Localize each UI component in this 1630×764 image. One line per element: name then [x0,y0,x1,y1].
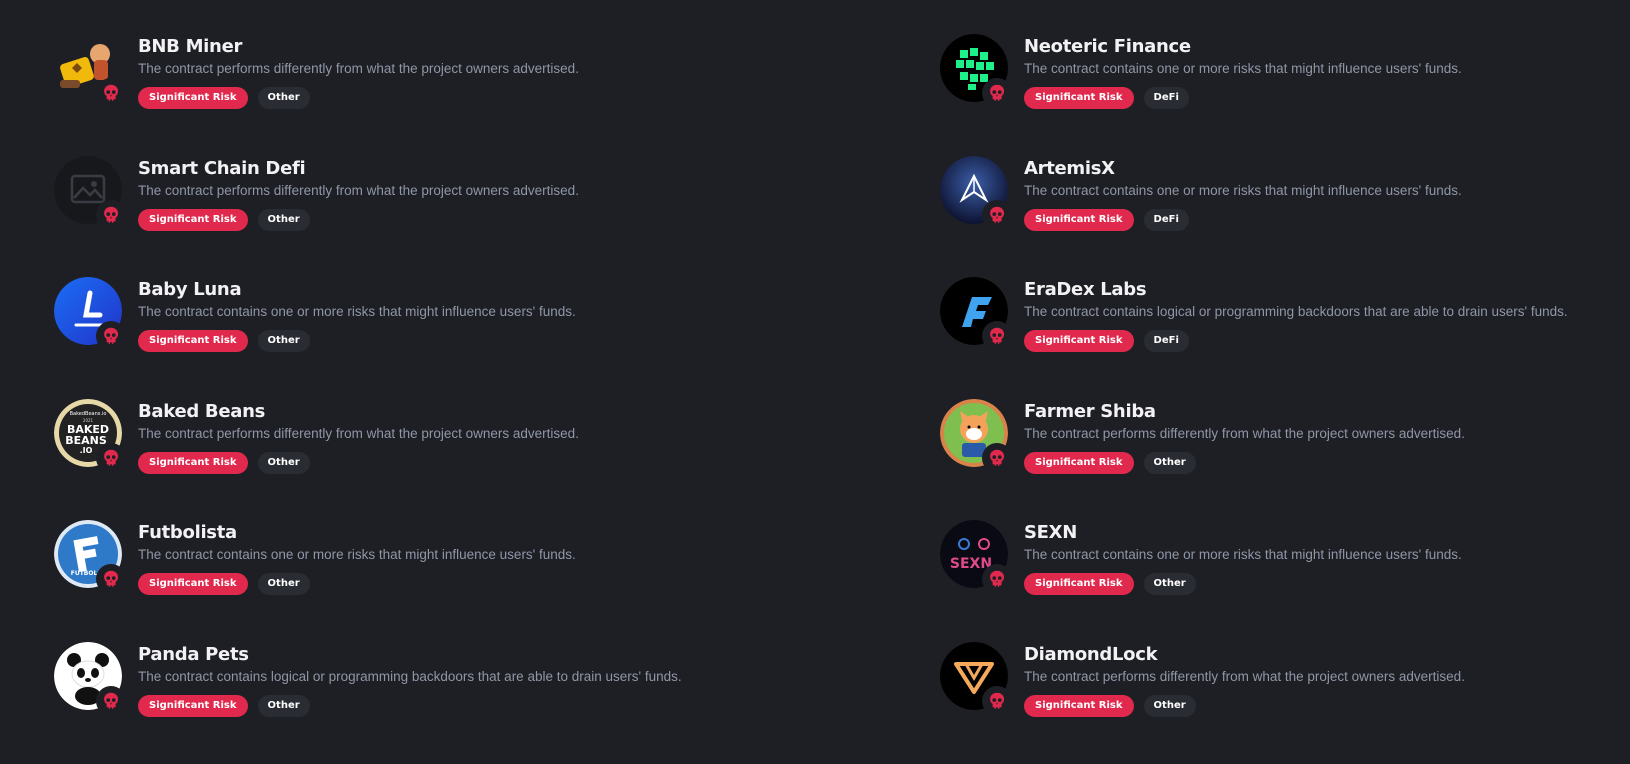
project-name[interactable]: Panda Pets [138,644,682,666]
category-badge[interactable]: Other [257,330,310,353]
project-avatar[interactable]: SEXN [940,520,1012,595]
project-avatar[interactable] [54,277,126,352]
risk-badge[interactable]: Significant Risk [138,330,248,353]
skull-icon [982,199,1012,230]
category-badge[interactable]: Other [1143,694,1196,717]
project-name[interactable]: Futbolista [138,522,576,544]
category-badge[interactable]: DeFi [1143,87,1189,109]
svg-text:.IO: .IO [80,446,93,455]
project-name[interactable]: BNB Miner [138,36,579,58]
project-avatar[interactable] [940,398,1012,473]
project-avatar[interactable] [940,277,1012,352]
project-name[interactable]: DiamondLock [1024,644,1465,666]
project-description: The contract contains one or more risks … [1024,547,1462,563]
project-description: The contract contains one or more risks … [138,547,576,563]
skull-icon [96,685,126,716]
project-card-6[interactable]: BakedBeans.io 2021 BAKED BEANS .IO Baked… [0,398,886,521]
project-avatar[interactable] [54,34,126,108]
project-avatar[interactable] [54,641,126,716]
risk-badge[interactable]: Significant Risk [138,573,248,596]
category-badge[interactable]: Other [1143,573,1196,596]
project-name[interactable]: SEXN [1024,522,1462,544]
project-name[interactable]: ArtemisX [1024,158,1462,180]
project-name[interactable]: Farmer Shiba [1024,401,1465,423]
risk-badge[interactable]: Significant Risk [138,694,248,717]
skull-icon [96,321,126,352]
project-description: The contract contains logical or program… [1024,304,1568,320]
category-badge[interactable]: Other [257,573,310,596]
project-description: The contract contains one or more risks … [1024,182,1462,198]
category-badge[interactable]: Other [257,451,310,474]
project-name[interactable]: Baby Luna [138,279,576,301]
category-badge[interactable]: Other [257,694,310,717]
project-description: The contract contains one or more risks … [138,304,576,320]
skull-icon [96,564,126,595]
project-card-9[interactable]: SEXN SEXN The contract contains one or m… [886,520,1630,642]
project-description: The contract performs differently from w… [138,425,579,441]
category-badge[interactable]: Other [257,87,310,109]
project-card-10[interactable]: Panda Pets The contract contains logical… [0,641,886,764]
project-card-7[interactable]: Farmer Shiba The contract performs diffe… [886,398,1630,521]
project-description: The contract performs differently from w… [138,182,579,198]
project-avatar[interactable]: BakedBeans.io 2021 BAKED BEANS .IO [54,398,126,473]
project-avatar[interactable] [940,641,1012,716]
project-description: The contract performs differently from w… [138,61,579,76]
svg-text:BakedBeans.io: BakedBeans.io [70,411,107,417]
risk-badge[interactable]: Significant Risk [1024,330,1134,353]
project-avatar[interactable] [54,155,126,230]
project-card-1[interactable]: Neoteric Finance The contract contains o… [886,34,1630,156]
skull-icon [96,199,126,230]
skull-icon [96,442,126,473]
project-name[interactable]: Smart Chain Defi [138,158,579,180]
svg-text:FUTBOL: FUTBOL [71,570,98,577]
project-card-2[interactable]: Smart Chain Defi The contract performs d… [0,155,886,278]
skull-icon [982,685,1012,716]
risk-badge[interactable]: Significant Risk [138,87,248,109]
project-card-11[interactable]: DiamondLock The contract performs differ… [886,641,1630,764]
project-list: BNB Miner The contract performs differen… [0,0,1630,764]
skull-icon [96,78,126,108]
risk-badge[interactable]: Significant Risk [1024,451,1134,474]
project-card-0[interactable]: BNB Miner The contract performs differen… [0,34,886,156]
project-name[interactable]: Neoteric Finance [1024,36,1462,58]
project-card-8[interactable]: FUTBOL Futbolista The contract contains … [0,520,886,642]
risk-badge[interactable]: Significant Risk [138,451,248,474]
risk-badge[interactable]: Significant Risk [138,208,248,231]
risk-badge[interactable]: Significant Risk [1024,573,1134,596]
project-description: The contract contains one or more risks … [1024,61,1462,76]
skull-icon [982,321,1012,352]
skull-icon [982,564,1012,595]
project-card-4[interactable]: Baby Luna The contract contains one or m… [0,277,886,399]
skull-icon [982,78,1012,108]
project-avatar[interactable]: FUTBOL [54,520,126,595]
project-name[interactable]: Baked Beans [138,401,579,423]
risk-badge[interactable]: Significant Risk [1024,87,1134,109]
category-badge[interactable]: Other [257,208,310,231]
project-description: The contract performs differently from w… [1024,668,1465,684]
risk-badge[interactable]: Significant Risk [1024,694,1134,717]
project-avatar[interactable] [940,155,1012,230]
project-name[interactable]: EraDex Labs [1024,279,1568,301]
category-badge[interactable]: DeFi [1143,208,1189,231]
project-description: The contract performs differently from w… [1024,425,1465,441]
project-card-3[interactable]: ArtemisX The contract contains one or mo… [886,155,1630,278]
project-card-5[interactable]: EraDex Labs The contract contains logica… [886,277,1630,399]
category-badge[interactable]: Other [1143,451,1196,474]
project-description: The contract contains logical or program… [138,668,682,684]
risk-badge[interactable]: Significant Risk [1024,208,1134,231]
project-avatar[interactable] [940,34,1012,108]
category-badge[interactable]: DeFi [1143,330,1189,353]
skull-icon [982,442,1012,473]
